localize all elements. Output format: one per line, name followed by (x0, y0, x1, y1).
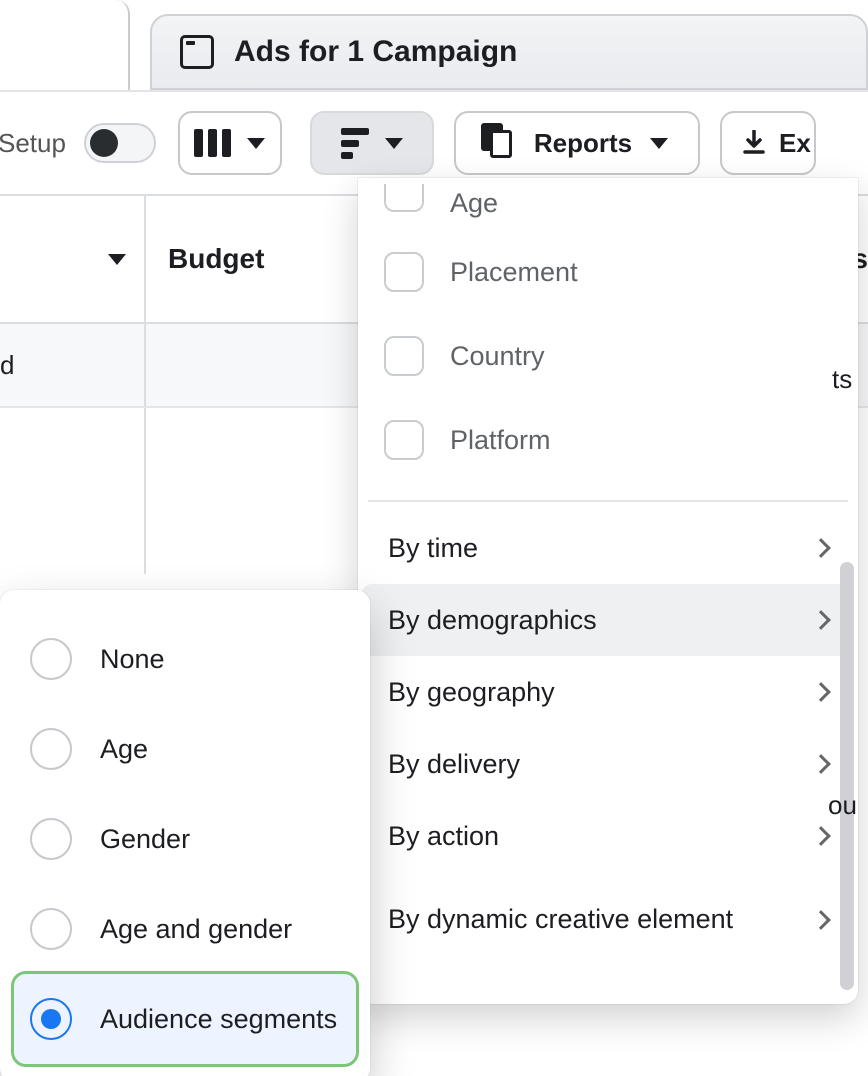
group-by-dynamic-creative[interactable]: By dynamic creative element (362, 872, 854, 968)
download-icon (743, 130, 765, 156)
radio-icon (30, 728, 72, 770)
group-label: By demographics (388, 605, 597, 636)
row-name-peek: d (0, 350, 14, 381)
columns-icon (194, 129, 231, 157)
radio-age-gender[interactable]: Age and gender (14, 884, 356, 974)
breakdown-button[interactable] (310, 111, 434, 175)
export-button[interactable]: Ex (720, 111, 816, 175)
group-label: By delivery (388, 749, 520, 780)
checkbox[interactable] (384, 252, 424, 292)
radio-age[interactable]: Age (14, 704, 356, 794)
checkbox-row-country[interactable]: Country (358, 314, 858, 398)
breakdown-dropdown-panel: Age Placement Country Platform By time B… (358, 178, 858, 1004)
tab-ads-label: Ads for 1 Campaign (234, 35, 517, 69)
divider (368, 500, 848, 502)
radio-label: Age and gender (100, 914, 292, 945)
columns-button[interactable] (178, 111, 282, 175)
group-by-demographics[interactable]: By demographics (362, 584, 854, 656)
ads-manager-view: Ads for 1 Campaign w Setup Reports Ex (0, 0, 868, 1076)
column-header-prev[interactable] (0, 196, 146, 322)
radio-label: Age (100, 734, 148, 765)
caret-down-icon (385, 138, 403, 149)
row-name-cell: d (0, 324, 146, 406)
caret-down-icon (650, 138, 668, 149)
group-label: By action (388, 821, 499, 852)
tab-active-prev[interactable] (0, 0, 130, 90)
radio-label: Gender (100, 824, 190, 855)
radio-none[interactable]: None (14, 614, 356, 704)
chevron-right-icon (811, 610, 831, 630)
review-setup-label: w Setup (0, 128, 66, 159)
radio-icon (30, 638, 72, 680)
chevron-right-icon (811, 754, 831, 774)
caret-down-icon (247, 138, 265, 149)
checkbox-label: Country (450, 341, 545, 372)
reports-button[interactable]: Reports (454, 111, 700, 175)
radio-icon (30, 818, 72, 860)
group-label: By dynamic creative element (388, 903, 733, 937)
radio-audience-segments[interactable]: Audience segments (14, 974, 356, 1064)
group-by-action[interactable]: By action (362, 800, 854, 872)
checkbox-row-placement[interactable]: Placement (358, 230, 858, 314)
checkbox-label: Placement (450, 257, 578, 288)
demographics-submenu: None Age Gender Age and gender Audience … (0, 590, 370, 1076)
radio-gender[interactable]: Gender (14, 794, 356, 884)
checkbox-row-age[interactable]: Age (358, 182, 858, 230)
scrollbar[interactable] (840, 562, 854, 990)
checkbox[interactable] (384, 184, 424, 212)
chevron-right-icon (811, 826, 831, 846)
group-by-geography[interactable]: By geography (362, 656, 854, 728)
tab-ads[interactable]: Ads for 1 Campaign (150, 14, 868, 90)
group-label: By geography (388, 677, 555, 708)
chevron-right-icon (811, 538, 831, 558)
radio-label: Audience segments (100, 1004, 337, 1035)
cell-peek: ou (828, 790, 858, 821)
reports-label: Reports (534, 128, 632, 159)
budget-header-label: Budget (168, 243, 264, 275)
chevron-right-icon (811, 910, 831, 930)
checkbox-label: Age (450, 188, 498, 219)
breakdown-icon (341, 128, 369, 159)
checkbox-label: Platform (450, 425, 551, 456)
group-by-time[interactable]: By time (362, 512, 854, 584)
tab-bar: Ads for 1 Campaign (0, 0, 868, 90)
radio-label: None (100, 644, 165, 675)
radio-icon (30, 908, 72, 950)
export-label: Ex (779, 128, 811, 159)
results-cell-peek: ts (832, 364, 858, 395)
ad-icon (180, 35, 214, 69)
group-label: By time (388, 533, 478, 564)
checkbox-row-platform[interactable]: Platform (358, 398, 858, 482)
reports-icon (486, 128, 516, 158)
radio-icon (30, 998, 72, 1040)
checkbox[interactable] (384, 336, 424, 376)
checkbox[interactable] (384, 420, 424, 460)
caret-down-icon (108, 254, 126, 265)
group-by-delivery[interactable]: By delivery (362, 728, 854, 800)
chevron-right-icon (811, 682, 831, 702)
review-setup-toggle[interactable] (84, 123, 156, 163)
